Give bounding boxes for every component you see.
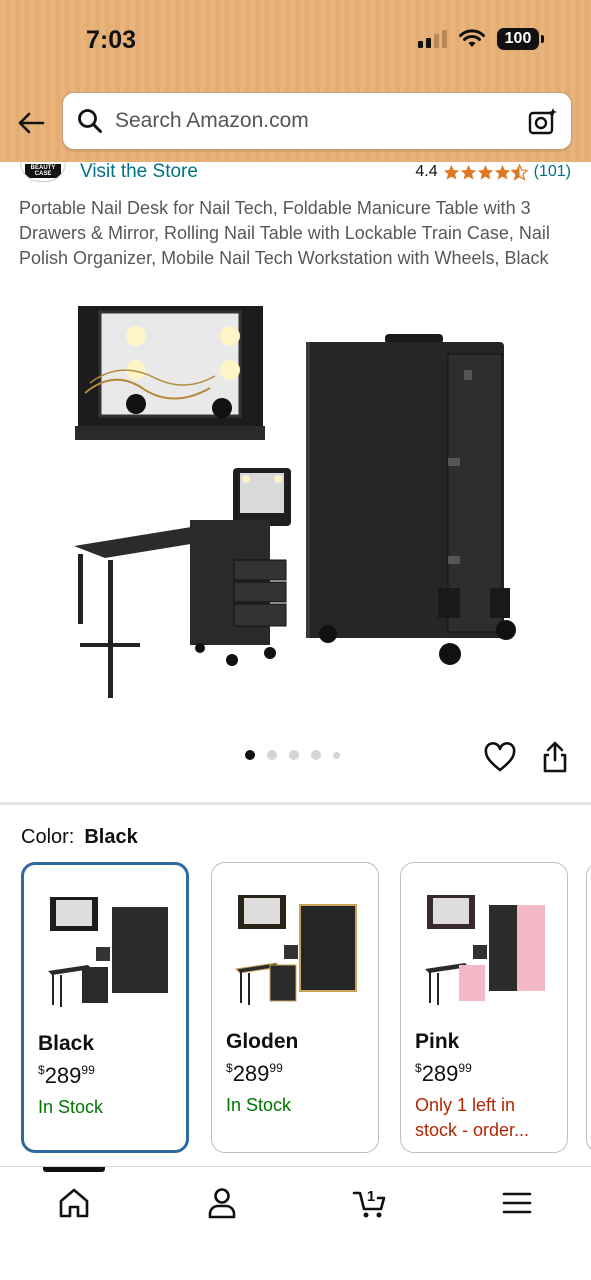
back-arrow-icon[interactable] xyxy=(16,108,46,138)
heart-icon[interactable] xyxy=(484,742,516,774)
image-pagination[interactable] xyxy=(245,750,340,760)
color-option-thumbnail xyxy=(48,897,168,1007)
color-option-price: $28999 xyxy=(226,1061,283,1086)
cart-icon[interactable]: 1 xyxy=(352,1185,388,1221)
section-divider xyxy=(0,802,591,805)
bottom-navigation: 1 xyxy=(0,1166,591,1280)
selected-color: Black xyxy=(84,826,138,848)
account-icon[interactable] xyxy=(204,1185,240,1221)
cart-count: 1 xyxy=(367,1188,375,1205)
search-bar[interactable] xyxy=(62,92,572,150)
product-title: Portable Nail Desk for Nail Tech, Foldab… xyxy=(19,198,550,268)
rating-count[interactable]: (101) xyxy=(534,163,571,181)
color-option-name: Black xyxy=(38,1032,95,1055)
star-full-icon xyxy=(460,164,476,179)
pagination-dot[interactable] xyxy=(267,750,277,760)
star-full-icon xyxy=(443,164,459,179)
stock-status: Only 1 left in stock - order... xyxy=(415,1095,530,1140)
pagination-dot[interactable] xyxy=(289,750,299,760)
train-case xyxy=(306,334,516,665)
visit-store-link[interactable]: Visit the Store xyxy=(80,161,198,183)
header: 7:03 100 xyxy=(0,0,591,162)
menu-icon[interactable] xyxy=(499,1185,535,1221)
color-option-black[interactable]: Black $28999 In Stock xyxy=(21,862,189,1153)
rating-summary[interactable]: 4.4 (101) xyxy=(415,163,571,181)
store-logo[interactable]: BEAUTY CASE xyxy=(20,162,66,182)
pagination-dot-active[interactable] xyxy=(245,750,255,760)
status-icons: 100 xyxy=(418,28,544,50)
stock-status: In Stock xyxy=(226,1095,292,1115)
color-label: Color: xyxy=(21,826,75,848)
color-option-price: $28999 xyxy=(415,1061,472,1086)
color-option-price: $28999 xyxy=(38,1063,95,1088)
search-input[interactable] xyxy=(115,109,505,133)
color-option-gloden[interactable]: Gloden $28999 In Stock xyxy=(211,862,379,1153)
battery-indicator: 100 xyxy=(497,28,544,50)
star-full-icon xyxy=(494,164,510,179)
status-time: 7:03 xyxy=(86,26,137,54)
mirror-inset xyxy=(75,306,265,440)
rating-value: 4.4 xyxy=(415,163,438,180)
product-image[interactable] xyxy=(60,298,530,708)
pagination-dot[interactable] xyxy=(333,751,340,759)
signal-icon xyxy=(418,30,447,48)
color-option-thumbnail xyxy=(425,895,545,1005)
search-icon xyxy=(78,109,102,133)
star-half-icon xyxy=(510,163,528,181)
wifi-icon xyxy=(459,29,485,47)
camera-search-icon[interactable] xyxy=(527,106,559,138)
stock-status: In Stock xyxy=(38,1097,104,1117)
pagination-dot[interactable] xyxy=(311,750,321,760)
share-icon[interactable] xyxy=(540,740,570,774)
active-tab-indicator xyxy=(43,1167,105,1172)
store-logo-text: BEAUTY CASE xyxy=(25,164,61,178)
star-full-icon xyxy=(477,164,493,179)
star-rating xyxy=(443,163,528,181)
color-option-name: Pink xyxy=(415,1030,460,1053)
color-option-name: Gloden xyxy=(226,1030,299,1053)
folding-desk xyxy=(74,468,291,698)
color-option-pink[interactable]: Pink $28999 Only 1 left in stock - order… xyxy=(400,862,568,1153)
color-option-thumbnail xyxy=(234,895,357,1005)
color-option-partial[interactable] xyxy=(586,862,591,1153)
home-icon[interactable] xyxy=(56,1185,92,1221)
color-selector-label: Color: Black xyxy=(21,826,138,849)
